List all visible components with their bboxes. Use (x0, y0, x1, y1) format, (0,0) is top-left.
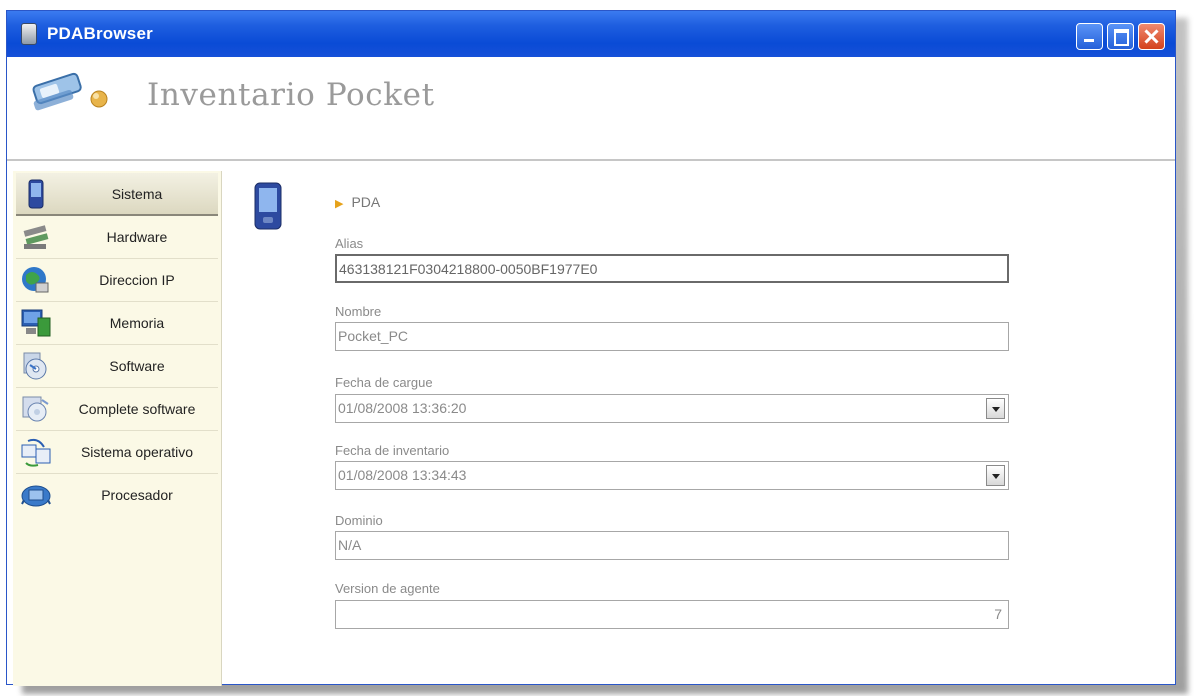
processor-icon (21, 485, 51, 507)
app-title: Inventario Pocket (147, 77, 435, 113)
dominio-label: Dominio (335, 513, 383, 528)
close-icon (1139, 24, 1164, 49)
dominio-field[interactable]: N/A (335, 531, 1009, 560)
window-title: PDABrowser (47, 24, 153, 43)
nombre-field[interactable]: Pocket_PC (335, 322, 1009, 351)
chevron-down-icon[interactable] (986, 465, 1005, 486)
maximize-button[interactable] (1107, 23, 1134, 50)
close-button[interactable] (1138, 23, 1165, 50)
version-agente-label: Version de agente (335, 581, 440, 596)
fecha-inventario-value: 01/08/2008 13:34:43 (338, 467, 467, 483)
pda-device-icon (254, 182, 282, 230)
fecha-inventario-label: Fecha de inventario (335, 443, 450, 458)
sidebar-item-memoria[interactable]: Memoria (16, 302, 218, 345)
software-package-icon (22, 396, 49, 422)
sidebar-item-label: Software (109, 358, 165, 374)
fecha-cargue-label: Fecha de cargue (335, 375, 433, 390)
sidebar-item-direccion-ip[interactable]: Direccion IP (16, 259, 218, 302)
memory-icon (21, 309, 51, 337)
version-agente-field[interactable]: 7 (335, 600, 1009, 629)
breadcrumb-arrow-icon: ▶ (335, 198, 344, 210)
title-bar[interactable]: PDABrowser (7, 11, 1175, 57)
minimize-button[interactable] (1076, 23, 1103, 50)
sidebar-item-sistema-operativo[interactable]: Sistema operativo (16, 431, 218, 474)
sidebar-item-sistema[interactable]: Sistema (16, 173, 218, 216)
alias-field[interactable]: 463138121F0304218800-0050BF1977E0 (335, 254, 1009, 283)
nombre-value: Pocket_PC (338, 328, 409, 344)
sidebar-item-hardware[interactable]: Hardware (16, 216, 218, 259)
breadcrumb-label: PDA (351, 194, 381, 210)
sidebar: Sistema Hardware Direccion IP Memoria So… (13, 171, 222, 686)
minimize-icon (1077, 24, 1102, 49)
globe-network-icon (22, 267, 49, 293)
sidebar-item-label: Complete software (78, 401, 196, 417)
breadcrumb: ▶ PDA (335, 194, 380, 210)
sidebar-item-label: Direccion IP (99, 272, 175, 288)
app-header: Inventario Pocket (7, 57, 1175, 161)
os-sync-icon (21, 438, 51, 467)
fecha-cargue-value: 01/08/2008 13:36:20 (338, 400, 467, 416)
fecha-cargue-dropdown[interactable]: 01/08/2008 13:36:20 (335, 394, 1009, 423)
pda-app-icon (21, 23, 37, 45)
alias-label: Alias (335, 236, 364, 251)
app-window: PDABrowser Inventario Pocket Sistema Har… (6, 10, 1176, 686)
sidebar-item-software[interactable]: Software (16, 345, 218, 388)
sidebar-item-label: Sistema operativo (80, 444, 194, 460)
sidebar-item-label: Sistema (111, 186, 163, 202)
fecha-inventario-dropdown[interactable]: 01/08/2008 13:34:43 (335, 461, 1009, 490)
dominio-value: N/A (338, 537, 362, 553)
sidebar-item-label: Memoria (109, 315, 165, 331)
sidebar-item-procesador[interactable]: Procesador (16, 474, 218, 517)
hardware-icon (23, 225, 49, 249)
sidebar-item-complete-software[interactable]: Complete software (16, 388, 218, 431)
sidebar-item-label: Hardware (106, 229, 168, 245)
pda-icon (28, 179, 44, 209)
version-agente-value: 7 (994, 606, 1002, 622)
maximize-icon (1108, 24, 1133, 49)
alias-value: 463138121F0304218800-0050BF1977E0 (339, 261, 598, 277)
chevron-down-icon[interactable] (986, 398, 1005, 419)
sidebar-item-label: Procesador (101, 487, 173, 503)
nombre-label: Nombre (335, 304, 382, 319)
inventario-logo-icon (32, 72, 108, 111)
software-cd-icon (23, 352, 47, 380)
